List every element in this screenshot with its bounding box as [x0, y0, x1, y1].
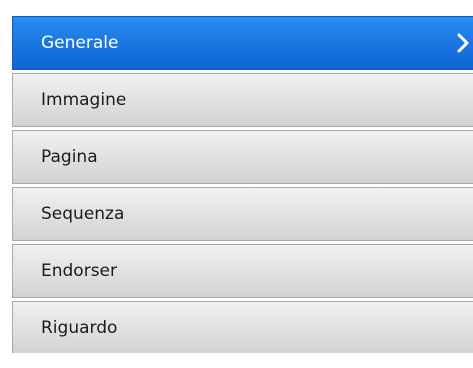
- menu-item-sequenza[interactable]: Sequenza: [12, 187, 473, 241]
- menu-item-label: Riguardo: [41, 317, 118, 338]
- menu-item-label: Sequenza: [41, 204, 125, 224]
- menu-item-pagina[interactable]: Pagina: [12, 130, 473, 184]
- chevron-right-icon: [457, 33, 469, 53]
- menu-item-immagine[interactable]: Immagine: [12, 73, 473, 127]
- menu-item-riguardo[interactable]: Riguardo: [12, 301, 473, 353]
- menu-item-label: Pagina: [41, 147, 98, 167]
- settings-menu: Generale Immagine Pagina Sequenza Endors…: [12, 16, 473, 368]
- menu-item-generale[interactable]: Generale: [12, 16, 473, 70]
- menu-item-label: Endorser: [41, 261, 118, 281]
- menu-item-endorser[interactable]: Endorser: [12, 244, 473, 298]
- menu-item-label: Generale: [41, 33, 119, 53]
- menu-item-label: Immagine: [41, 90, 127, 110]
